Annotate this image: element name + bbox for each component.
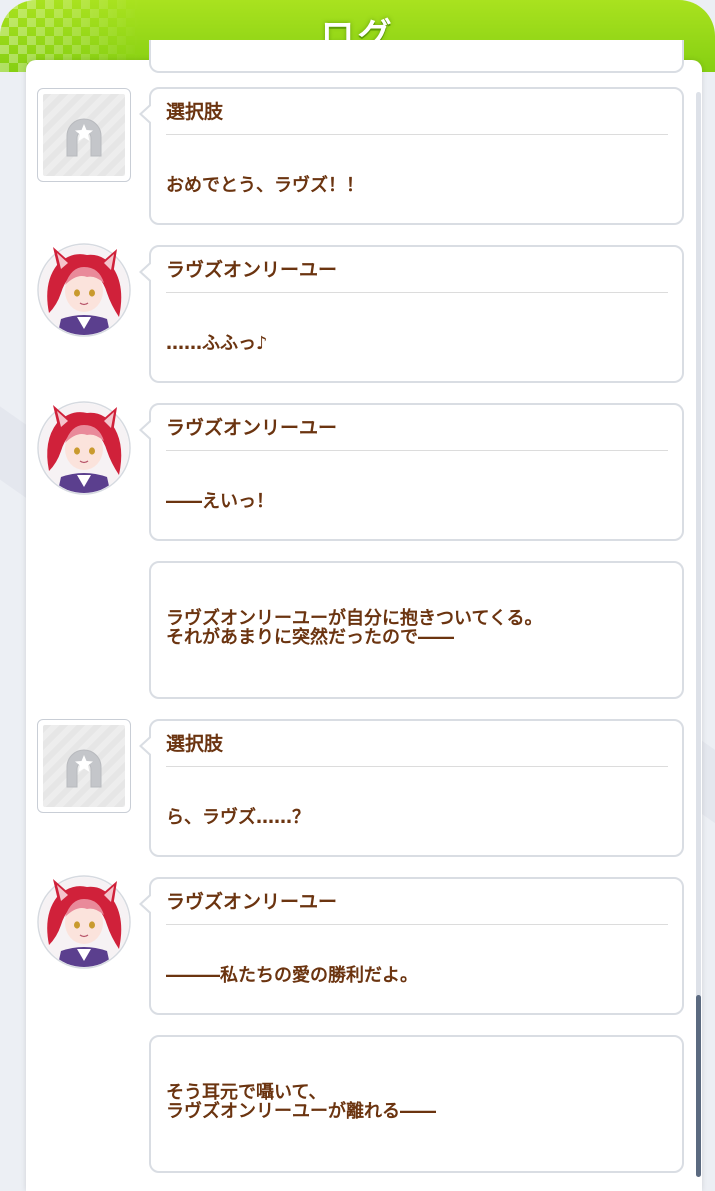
message-text: ……ふふっ♪ xyxy=(166,333,268,354)
narration-text: そう耳元で囁いて、 ラヴズオンリーユーが離れる―― xyxy=(166,1082,436,1122)
log-bubble: ラヴズオンリーユー ……ふふっ♪ xyxy=(139,245,684,383)
divider xyxy=(166,450,668,451)
message-text: ――えいっ！ xyxy=(166,491,274,512)
speaker-name: 選択肢 xyxy=(166,733,224,755)
character-avatar xyxy=(37,243,131,337)
message-text: ―――私たちの愛の勝利だよ。 xyxy=(166,965,418,986)
message-text: ら、ラヴズ……？ xyxy=(166,807,310,828)
message-text: おめでとう、ラヴズ！！ xyxy=(166,175,364,196)
horseshoe-star-icon xyxy=(66,749,102,788)
previous-log-bubble xyxy=(149,40,684,73)
divider xyxy=(166,766,668,767)
log-bubble: ラヴズオンリーユー ――えいっ！ xyxy=(139,403,684,541)
speaker-name: 選択肢 xyxy=(166,101,224,123)
speaker-name: ラヴズオンリーユー xyxy=(166,259,338,281)
speaker-name: ラヴズオンリーユー xyxy=(166,891,338,913)
choice-avatar xyxy=(37,88,131,182)
character-avatar xyxy=(37,401,131,495)
choice-avatar xyxy=(37,719,131,813)
divider xyxy=(166,134,668,135)
divider xyxy=(166,924,668,925)
horseshoe-star-icon xyxy=(66,118,102,157)
log-bubble: 選択肢 ら、ラヴズ……？ xyxy=(139,719,684,857)
narration-text: ラヴズオンリーユーが自分に抱きついてくる。 それがあまりに突然だったので―― xyxy=(166,608,543,648)
log-bubble: 選択肢 おめでとう、ラヴズ！！ xyxy=(139,87,684,225)
narration-bubble: ラヴズオンリーユーが自分に抱きついてくる。 それがあまりに突然だったので―― xyxy=(149,561,684,699)
character-avatar xyxy=(37,875,131,969)
divider xyxy=(166,292,668,293)
speaker-name: ラヴズオンリーユー xyxy=(166,417,338,439)
narration-bubble: そう耳元で囁いて、 ラヴズオンリーユーが離れる―― xyxy=(149,1035,684,1173)
scrollbar-thumb[interactable] xyxy=(696,995,701,1177)
log-bubble: ラヴズオンリーユー ―――私たちの愛の勝利だよ。 xyxy=(139,877,684,1015)
